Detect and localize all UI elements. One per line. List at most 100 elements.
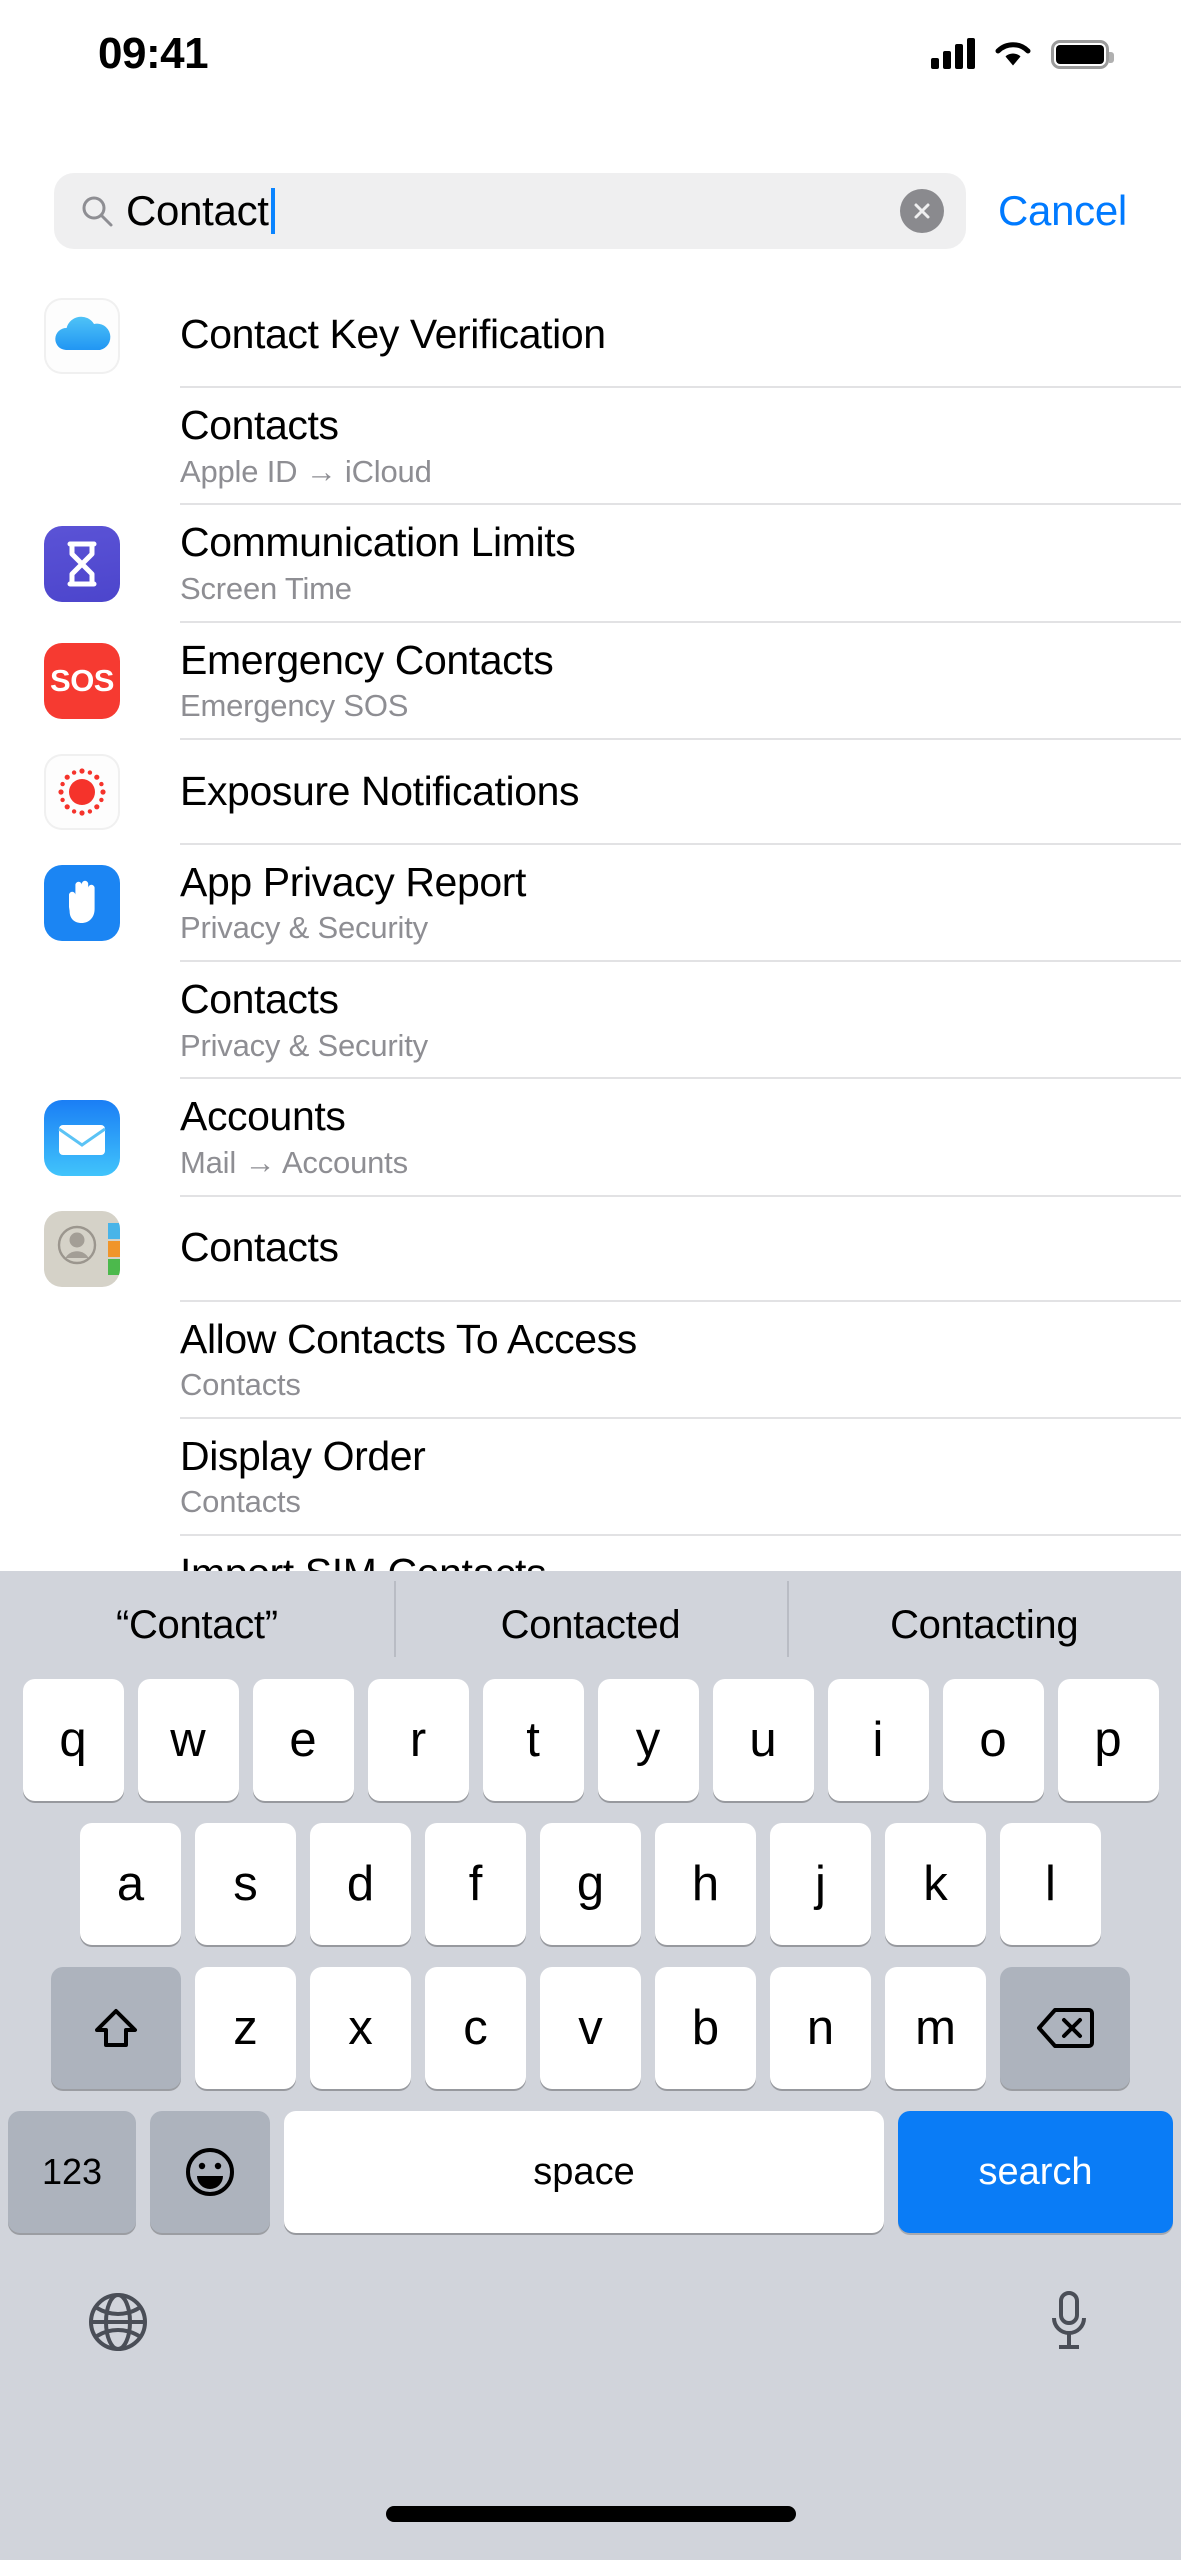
list-item[interactable]: SOS Emergency Contacts Emergency SOS xyxy=(0,623,1181,740)
keyboard-row-1: q w e r t y u i o p xyxy=(0,1679,1181,1801)
list-item[interactable]: Contacts Privacy & Security xyxy=(0,962,1181,1080)
list-item[interactable]: Exposure Notifications xyxy=(0,740,1181,845)
key-z[interactable]: z xyxy=(195,1967,296,2089)
row-icon-slot xyxy=(0,1536,180,1571)
key-o[interactable]: o xyxy=(942,1679,1044,1801)
row-body: Contacts xyxy=(180,1197,1181,1302)
search-input[interactable]: Contact xyxy=(54,173,966,249)
search-bar: Contact Cancel xyxy=(0,173,1181,249)
list-item-title: Communication Limits xyxy=(180,519,576,566)
key-s[interactable]: s xyxy=(195,1823,296,1945)
row-icon-slot xyxy=(0,283,180,388)
home-indicator[interactable] xyxy=(385,2506,796,2522)
key-p[interactable]: p xyxy=(1057,1679,1159,1801)
emoji-smiley-icon[interactable] xyxy=(150,2111,270,2233)
prediction-0[interactable]: “Contact” xyxy=(0,1603,394,1648)
list-item-title: Emergency Contacts xyxy=(180,636,554,683)
row-icon-slot xyxy=(0,740,180,845)
list-item-title: Contacts xyxy=(180,1224,339,1271)
row-icon-slot: SOS xyxy=(0,623,180,740)
keyboard-bottom-bar xyxy=(0,2249,1181,2399)
key-l[interactable]: l xyxy=(1000,1823,1101,1945)
key-d[interactable]: d xyxy=(310,1823,411,1945)
search-value: Contact xyxy=(126,187,269,234)
row-body: Emergency Contacts Emergency SOS xyxy=(180,623,1181,740)
row-icon-slot xyxy=(0,1079,180,1196)
row-body: Exposure Notifications xyxy=(180,740,1181,845)
key-y[interactable]: y xyxy=(597,1679,699,1801)
row-icon-slot xyxy=(0,962,180,1079)
list-item-subtitle: Screen Time xyxy=(180,570,352,606)
list-item-title: App Privacy Report xyxy=(180,858,527,905)
key-j[interactable]: j xyxy=(770,1823,871,1945)
list-item-subtitle: Emergency SOS xyxy=(180,688,409,724)
row-icon-slot xyxy=(0,388,180,505)
key-g[interactable]: g xyxy=(540,1823,641,1945)
wifi-icon xyxy=(995,42,1031,66)
list-item-subtitle: Privacy & Security xyxy=(180,910,428,946)
row-body: Contacts Privacy & Security xyxy=(180,962,1181,1080)
key-m[interactable]: m xyxy=(885,1967,986,2089)
numbers-key[interactable]: 123 xyxy=(8,2111,136,2233)
key-r[interactable]: r xyxy=(367,1679,469,1801)
prediction-1[interactable]: Contacted xyxy=(393,1580,788,1657)
list-item[interactable]: Contacts xyxy=(0,1197,1181,1302)
list-item[interactable]: Accounts Mail → Accounts xyxy=(0,1079,1181,1197)
clear-circle-x-icon[interactable] xyxy=(900,189,944,233)
key-f[interactable]: f xyxy=(425,1823,526,1945)
cancel-button[interactable]: Cancel xyxy=(998,187,1127,235)
list-item[interactable]: Allow Contacts To Access Contacts xyxy=(0,1302,1181,1419)
key-w[interactable]: w xyxy=(137,1679,239,1801)
list-item-title: Allow Contacts To Access xyxy=(180,1315,637,1362)
key-x[interactable]: x xyxy=(310,1967,411,2089)
keyboard-row-4: 123 space search xyxy=(0,2111,1181,2233)
status-bar: 09:41 xyxy=(0,0,1181,108)
key-q[interactable]: q xyxy=(22,1679,124,1801)
list-item-subtitle: Apple ID → iCloud xyxy=(180,453,432,489)
list-item[interactable]: Import SIM Contacts Contacts xyxy=(0,1536,1181,1571)
icloud-icon xyxy=(44,297,120,374)
space-key[interactable]: space xyxy=(284,2111,884,2233)
key-t[interactable]: t xyxy=(482,1679,584,1801)
backspace-delete-icon[interactable] xyxy=(1000,1967,1130,2089)
search-return-key[interactable]: search xyxy=(898,2111,1173,2233)
text-cursor xyxy=(270,188,275,234)
list-item-title: Contacts xyxy=(180,976,339,1023)
microphone-icon[interactable] xyxy=(1043,2289,1095,2360)
list-item[interactable]: App Privacy Report Privacy & Security xyxy=(0,845,1181,963)
keyboard-row-3: z x c v b n m xyxy=(0,1967,1181,2089)
key-i[interactable]: i xyxy=(827,1679,929,1801)
exposure-notifications-icon xyxy=(44,754,120,831)
list-item-title: Contact Key Verification xyxy=(180,310,606,357)
key-e[interactable]: e xyxy=(252,1679,354,1801)
row-icon-slot xyxy=(0,845,180,962)
key-k[interactable]: k xyxy=(885,1823,986,1945)
key-v[interactable]: v xyxy=(540,1967,641,2089)
prediction-2[interactable]: Contacting xyxy=(787,1580,1181,1657)
key-b[interactable]: b xyxy=(655,1967,756,2089)
status-bar-indicators xyxy=(931,38,1114,69)
screen-time-hourglass-icon xyxy=(44,525,120,602)
list-item[interactable]: Contacts Apple ID → iCloud xyxy=(0,388,1181,506)
list-item[interactable]: Communication Limits Screen Time xyxy=(0,505,1181,623)
shift-arrow-icon[interactable] xyxy=(51,1967,181,2089)
globe-language-icon[interactable] xyxy=(86,2290,150,2359)
list-item[interactable]: Contact Key Verification xyxy=(0,283,1181,388)
mail-envelope-icon xyxy=(44,1099,120,1176)
key-h[interactable]: h xyxy=(655,1823,756,1945)
signal-bars-icon xyxy=(931,38,975,69)
key-c[interactable]: c xyxy=(425,1967,526,2089)
list-item[interactable]: Display Order Contacts xyxy=(0,1419,1181,1537)
row-body: Import SIM Contacts Contacts xyxy=(180,1536,1181,1571)
key-a[interactable]: a xyxy=(80,1823,181,1945)
key-u[interactable]: u xyxy=(712,1679,814,1801)
search-text-wrap: Contact xyxy=(126,173,900,249)
row-body: Allow Contacts To Access Contacts xyxy=(180,1302,1181,1419)
row-icon-slot xyxy=(0,1419,180,1536)
iphone-settings-search-screen: 09:41 Contact Cancel Contact Key Verific… xyxy=(0,0,1181,2560)
status-bar-time: 09:41 xyxy=(98,29,209,78)
row-body: Contacts Apple ID → iCloud xyxy=(180,388,1181,506)
key-n[interactable]: n xyxy=(770,1967,871,2089)
row-body: App Privacy Report Privacy & Security xyxy=(180,845,1181,963)
search-results-list[interactable]: Contact Key Verification Contacts Apple … xyxy=(0,283,1181,1571)
